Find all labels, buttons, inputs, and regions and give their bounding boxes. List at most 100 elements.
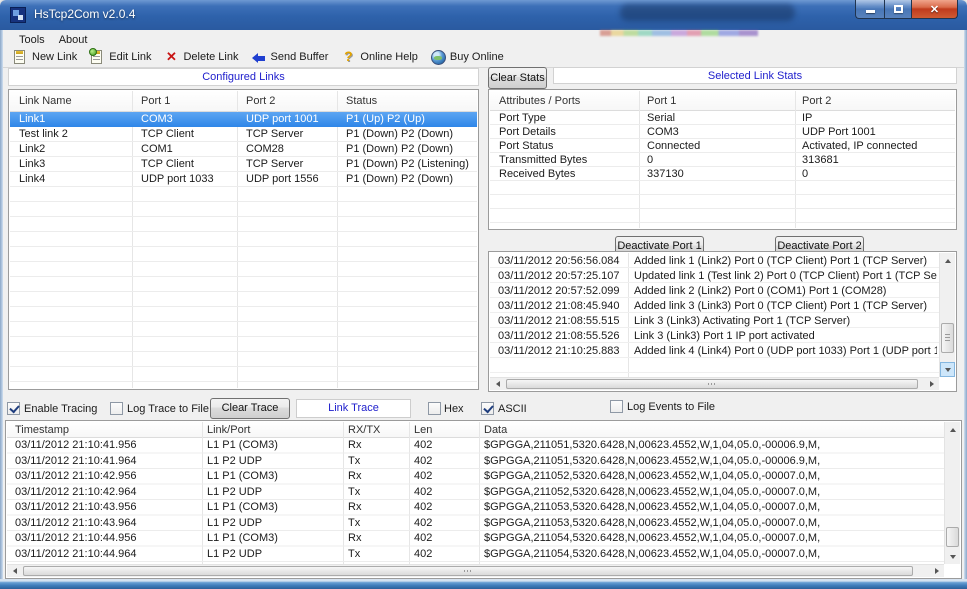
scroll-right-button[interactable] xyxy=(924,378,939,390)
minimize-button[interactable] xyxy=(855,0,884,19)
scroll-up-button[interactable] xyxy=(940,253,955,268)
trace-row[interactable]: 03/11/2012 21:10:43.964 L1 P2 UDP Tx 402… xyxy=(7,516,944,532)
link-port2: UDP port 1001 xyxy=(246,112,342,127)
trace-row[interactable]: 03/11/2012 21:10:44.956 L1 P1 (COM3) Rx … xyxy=(7,531,944,547)
new-link-button[interactable]: New Link xyxy=(9,48,86,66)
edit-link-button[interactable]: Edit Link xyxy=(86,48,160,66)
trace-link-port: L1 P2 UDP xyxy=(207,516,339,532)
column-stats-port2[interactable]: Port 2 xyxy=(802,91,952,111)
trace-row[interactable]: 03/11/2012 21:10:41.964 L1 P2 UDP Tx 402… xyxy=(7,454,944,470)
link-row-link2[interactable]: Link2 COM1 COM28 P1 (Down) P2 (Down) xyxy=(10,142,477,157)
window-title: HsTcp2Com v2.0.4 xyxy=(34,7,135,21)
column-attributes[interactable]: Attributes / Ports xyxy=(499,91,642,111)
trace-row[interactable]: 03/11/2012 21:10:44.964 L1 P2 UDP Tx 402… xyxy=(7,547,944,563)
scroll-thumb[interactable] xyxy=(946,527,959,547)
send-buffer-button[interactable]: Send Buffer xyxy=(248,48,338,66)
stats-row-port-type[interactable]: Port Type Serial IP xyxy=(490,111,955,125)
trace-link-port: L1 P1 (COM3) xyxy=(207,438,339,454)
event-message: Link 3 (Link3) Port 1 IP port activated xyxy=(634,329,937,344)
event-row[interactable]: 03/11/2012 20:57:25.107 Updated link 1 (… xyxy=(490,269,939,284)
link-row-link1[interactable]: Link1 COM3 UDP port 1001 P1 (Up) P2 (Up) xyxy=(10,112,477,127)
stats-row-received-bytes[interactable]: Received Bytes 337130 0 xyxy=(490,167,955,181)
send-buffer-icon xyxy=(251,49,267,65)
menu-about[interactable]: About xyxy=(52,33,95,47)
buy-online-button[interactable]: Buy Online xyxy=(427,48,513,66)
event-row[interactable]: 03/11/2012 21:08:45.940 Added link 3 (Li… xyxy=(490,299,939,314)
enable-tracing-checkbox[interactable] xyxy=(7,402,20,415)
scroll-left-button[interactable] xyxy=(7,565,22,577)
column-port1[interactable]: Port 1 xyxy=(141,91,241,112)
column-status[interactable]: Status xyxy=(346,91,476,112)
stats-row-port-status[interactable]: Port Status Connected Activated, IP conn… xyxy=(490,139,955,153)
scroll-down-button[interactable] xyxy=(945,549,960,564)
event-message: Added link 4 (Link4) Port 0 (UDP port 10… xyxy=(634,344,937,359)
scroll-up-button[interactable] xyxy=(945,422,960,437)
link-trace-field[interactable]: Link Trace xyxy=(296,399,411,418)
column-port2[interactable]: Port 2 xyxy=(246,91,342,112)
maximize-button[interactable] xyxy=(884,0,912,19)
scroll-left-button[interactable] xyxy=(490,378,505,390)
trace-row[interactable]: 03/11/2012 21:10:42.964 L1 P2 UDP Tx 402… xyxy=(7,485,944,501)
scroll-right-button[interactable] xyxy=(929,565,944,577)
trace-data: $GPGGA,211054,5320.6428,N,00623.4552,W,1… xyxy=(484,531,942,547)
link-port2: TCP Server xyxy=(246,157,342,172)
events-horizontal-scrollbar[interactable] xyxy=(490,377,939,390)
scroll-thumb[interactable] xyxy=(941,323,954,353)
arrow-right-icon xyxy=(935,568,942,574)
event-timestamp: 03/11/2012 21:08:55.515 xyxy=(498,314,626,329)
trace-timestamp: 03/11/2012 21:10:43.964 xyxy=(15,516,200,532)
column-timestamp[interactable]: Timestamp xyxy=(15,422,200,438)
column-stats-port1[interactable]: Port 1 xyxy=(647,91,797,111)
online-help-label: Online Help xyxy=(360,51,417,63)
stats-row-port-details[interactable]: Port Details COM3 UDP Port 1001 xyxy=(490,125,955,139)
event-row[interactable]: 03/11/2012 20:57:52.099 Added link 2 (Li… xyxy=(490,284,939,299)
trace-link-port: L1 P1 (COM3) xyxy=(207,469,339,485)
log-trace-to-file-checkbox[interactable] xyxy=(110,402,123,415)
ascii-checkbox[interactable] xyxy=(481,402,494,415)
trace-rx-tx: Rx xyxy=(348,438,406,454)
column-rx-tx[interactable]: RX/TX xyxy=(348,422,406,438)
link-row-link3[interactable]: Link3 TCP Client TCP Server P1 (Down) P2… xyxy=(10,157,477,172)
scroll-down-button[interactable] xyxy=(940,362,955,377)
event-timestamp: 03/11/2012 21:10:25.883 xyxy=(498,344,626,359)
link-row-link4[interactable]: Link4 UDP port 1033 UDP port 1556 P1 (Do… xyxy=(10,172,477,187)
log-trace-to-file-label: Log Trace to File xyxy=(127,403,209,415)
link-status: P1 (Down) P2 (Down) xyxy=(346,172,476,187)
menu-tools[interactable]: Tools xyxy=(12,33,52,47)
column-len[interactable]: Len xyxy=(414,422,476,438)
link-port1: TCP Client xyxy=(141,127,241,142)
event-row[interactable]: 03/11/2012 21:10:25.883 Added link 4 (Li… xyxy=(490,344,939,359)
stats-row-transmitted-bytes[interactable]: Transmitted Bytes 0 313681 xyxy=(490,153,955,167)
clear-trace-button[interactable]: Clear Trace xyxy=(210,398,290,419)
log-events-to-file-checkbox[interactable] xyxy=(610,400,623,413)
link-row-test-link-2[interactable]: Test link 2 TCP Client TCP Server P1 (Do… xyxy=(10,127,477,142)
trace-rx-tx: Rx xyxy=(348,531,406,547)
trace-vertical-scrollbar[interactable] xyxy=(944,422,960,564)
delete-link-button[interactable]: ✕ Delete Link xyxy=(160,48,247,66)
event-row[interactable]: 03/11/2012 20:56:56.084 Added link 1 (Li… xyxy=(490,254,939,269)
stat-attribute: Port Details xyxy=(499,125,642,139)
column-data[interactable]: Data xyxy=(484,422,942,438)
trace-row[interactable]: 03/11/2012 21:10:42.956 L1 P1 (COM3) Rx … xyxy=(7,469,944,485)
column-link-port[interactable]: Link/Port xyxy=(207,422,339,438)
titlebar-reflection xyxy=(620,4,795,21)
event-row[interactable]: 03/11/2012 21:08:55.526 Link 3 (Link3) P… xyxy=(490,329,939,344)
trace-data: $GPGGA,211051,5320.6428,N,00623.4552,W,1… xyxy=(484,454,942,470)
trace-len: 402 xyxy=(414,531,476,547)
trace-len: 402 xyxy=(414,516,476,532)
online-help-button[interactable]: ? Online Help xyxy=(337,48,426,66)
stat-attribute: Transmitted Bytes xyxy=(499,153,642,167)
scroll-thumb[interactable] xyxy=(23,566,913,576)
event-row[interactable]: 03/11/2012 21:08:55.515 Link 3 (Link3) A… xyxy=(490,314,939,329)
trace-row[interactable]: 03/11/2012 21:10:41.956 L1 P1 (COM3) Rx … xyxy=(7,438,944,454)
events-vertical-scrollbar[interactable] xyxy=(939,253,955,377)
trace-table: Timestamp Link/Port RX/TX Len Data 03/11… xyxy=(5,420,962,579)
trace-row[interactable]: 03/11/2012 21:10:43.956 L1 P1 (COM3) Rx … xyxy=(7,500,944,516)
column-link-name[interactable]: Link Name xyxy=(19,91,137,112)
hex-checkbox[interactable] xyxy=(428,402,441,415)
trace-rx-tx: Tx xyxy=(348,547,406,563)
scroll-thumb[interactable] xyxy=(506,379,918,389)
trace-horizontal-scrollbar[interactable] xyxy=(7,564,944,577)
close-button[interactable]: ✕ xyxy=(912,0,958,19)
clear-stats-button[interactable]: Clear Stats xyxy=(488,67,547,89)
